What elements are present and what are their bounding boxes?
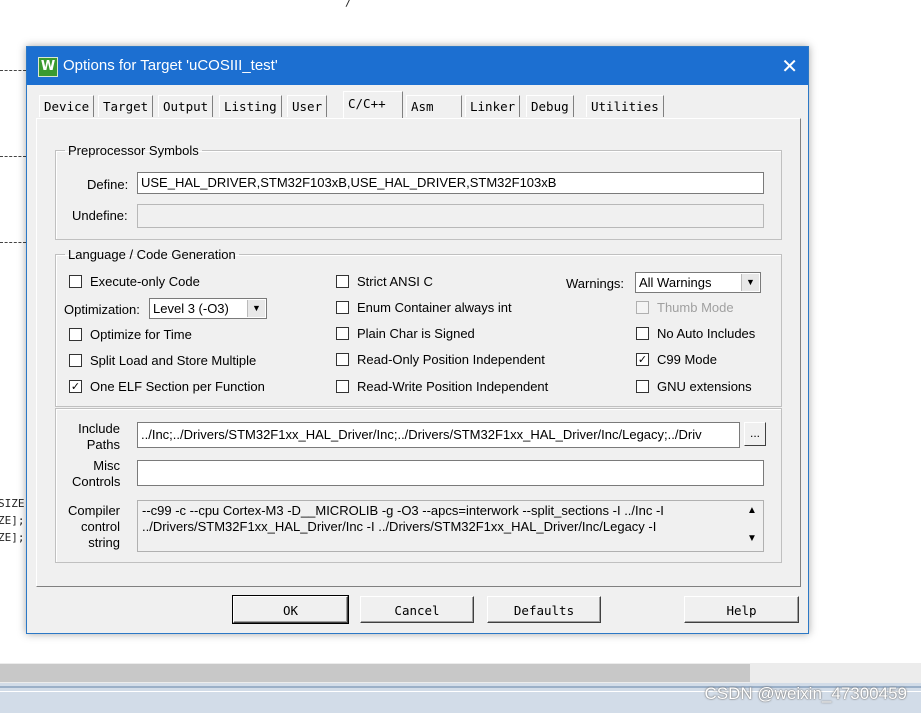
thumb-mode-checkbox: Thumb Mode: [636, 300, 734, 315]
chevron-down-icon[interactable]: ▼: [744, 533, 760, 544]
checkbox-box: [636, 301, 649, 314]
options-dialog: W Options for Target 'uCOSIII_test' ✕ De…: [26, 46, 809, 634]
help-button[interactable]: Help: [684, 596, 799, 623]
background-dash-line: [0, 242, 26, 243]
background-fragment: /: [345, 0, 352, 9]
compiler-control-label: Compiler control string: [67, 503, 120, 550]
rw-pi-checkbox[interactable]: Read-Write Position Independent: [336, 379, 548, 394]
one-elf-checkbox[interactable]: ✓ One ELF Section per Function: [69, 379, 265, 394]
tab-asm[interactable]: Asm: [406, 95, 462, 117]
ok-button[interactable]: OK: [232, 595, 349, 624]
checkbox-box[interactable]: [636, 327, 649, 340]
tab-panel: Preprocessor Symbols Define: USE_HAL_DRI…: [36, 118, 801, 587]
undefine-label: Undefine:: [72, 208, 128, 223]
misc-controls-input[interactable]: [137, 460, 764, 486]
chevron-down-icon[interactable]: ▼: [741, 274, 759, 291]
tab-device[interactable]: Device: [39, 95, 95, 117]
strict-ansi-checkbox[interactable]: Strict ANSI C: [336, 274, 433, 289]
background-code-line: ZE];: [0, 531, 25, 544]
tab-c-cpp[interactable]: C/C++: [343, 91, 403, 118]
include-paths-label: Include Paths: [78, 421, 120, 452]
check-icon[interactable]: ✓: [636, 353, 649, 366]
language-legend: Language / Code Generation: [68, 247, 236, 262]
compiler-control-string: --c99 -c --cpu Cortex-M3 -D__MICROLIB -g…: [137, 500, 764, 552]
define-input[interactable]: USE_HAL_DRIVER,STM32F103xB,USE_HAL_DRIVE…: [137, 172, 764, 194]
background-dash-line: [0, 70, 26, 71]
split-load-checkbox[interactable]: Split Load and Store Multiple: [69, 353, 256, 368]
checkbox-box[interactable]: [336, 353, 349, 366]
optimization-select[interactable]: Level 3 (-O3) ▼: [149, 298, 267, 319]
compiler-control-line: --c99 -c --cpu Cortex-M3 -D__MICROLIB -g…: [142, 503, 664, 518]
ro-pi-checkbox[interactable]: Read-Only Position Independent: [336, 352, 545, 367]
keil-app-icon: W: [38, 57, 58, 77]
no-auto-includes-checkbox[interactable]: No Auto Includes: [636, 326, 755, 341]
misc-controls-label: Misc Controls: [72, 458, 121, 489]
background-dash-line: [0, 156, 26, 157]
checkbox-box[interactable]: [336, 301, 349, 314]
tab-target[interactable]: Target: [98, 95, 154, 117]
compiler-control-scrollbar[interactable]: ▲ ▼: [744, 503, 760, 549]
plain-char-checkbox[interactable]: Plain Char is Signed: [336, 326, 475, 341]
tab-linker[interactable]: Linker: [465, 95, 521, 117]
checkbox-box[interactable]: [336, 275, 349, 288]
warnings-select[interactable]: All Warnings ▼: [635, 272, 761, 293]
tab-user[interactable]: User: [287, 95, 328, 117]
enum-container-checkbox[interactable]: Enum Container always int: [336, 300, 512, 315]
check-icon[interactable]: ✓: [69, 380, 82, 393]
dialog-titlebar[interactable]: W Options for Target 'uCOSIII_test' ✕: [27, 47, 808, 85]
tab-debug[interactable]: Debug: [526, 95, 574, 117]
defaults-button[interactable]: Defaults: [487, 596, 601, 623]
optimize-time-checkbox[interactable]: Optimize for Time: [69, 327, 192, 342]
checkbox-box[interactable]: [636, 380, 649, 393]
chevron-up-icon[interactable]: ▲: [744, 505, 760, 516]
optimization-label: Optimization:: [64, 302, 140, 317]
tab-listing[interactable]: Listing: [219, 95, 282, 117]
include-paths-input[interactable]: ../Inc;../Drivers/STM32F1xx_HAL_Driver/I…: [137, 422, 740, 448]
dialog-title: Options for Target 'uCOSIII_test': [63, 57, 278, 74]
compiler-control-line: ../Drivers/STM32F1xx_HAL_Driver/Inc -I .…: [142, 519, 657, 534]
checkbox-box[interactable]: [69, 354, 82, 367]
tab-output[interactable]: Output: [158, 95, 214, 117]
c99-mode-checkbox[interactable]: ✓ C99 Mode: [636, 352, 717, 367]
watermark: CSDN @weixin_47300459: [704, 684, 907, 703]
background-code-line: SIZE: [0, 497, 25, 510]
checkbox-box[interactable]: [336, 327, 349, 340]
editor-scrollbar-thumb[interactable]: [0, 664, 750, 682]
define-label: Define:: [87, 177, 129, 192]
execute-only-checkbox[interactable]: Execute-only Code: [69, 274, 200, 289]
warnings-label: Warnings:: [566, 276, 625, 291]
gnu-extensions-checkbox[interactable]: GNU extensions: [636, 379, 752, 394]
cancel-button[interactable]: Cancel: [360, 596, 474, 623]
checkbox-box[interactable]: [69, 275, 82, 288]
background-code-line: ZE];: [0, 514, 25, 527]
undefine-input[interactable]: [137, 204, 764, 228]
checkbox-box[interactable]: [69, 328, 82, 341]
browse-include-button[interactable]: ...: [744, 422, 766, 446]
checkbox-box[interactable]: [336, 380, 349, 393]
preprocessor-legend: Preprocessor Symbols: [68, 143, 199, 158]
tab-utilities[interactable]: Utilities: [586, 95, 664, 117]
chevron-down-icon[interactable]: ▼: [247, 300, 265, 317]
close-icon[interactable]: ✕: [781, 54, 798, 79]
